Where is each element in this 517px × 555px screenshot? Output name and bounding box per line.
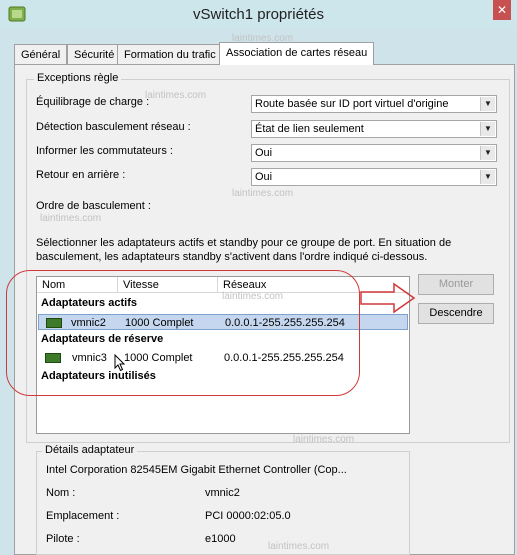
column-header-speed[interactable]: Vitesse <box>118 277 218 293</box>
annotation-arrow-icon <box>360 282 416 314</box>
watermark: laintimes.com <box>145 90 207 101</box>
detail-location-value: PCI 0000:02:05.0 <box>205 510 291 522</box>
failover-detection-label: Détection basculement réseau : <box>36 121 191 133</box>
network-card-icon <box>45 353 61 363</box>
detail-name-label: Nom : <box>46 487 76 499</box>
detail-name-value: vmnic2 <box>205 487 240 499</box>
failback-select[interactable]: Oui ▼ <box>251 168 497 186</box>
failback-label: Retour en arrière : <box>36 169 126 181</box>
tab-traffic-shaping[interactable]: Formation du trafic <box>117 44 223 64</box>
adapter-speed: 1000 Complet <box>124 352 193 364</box>
notify-switches-value: Oui <box>255 147 273 159</box>
detail-location-label: Emplacement : <box>46 510 120 522</box>
notify-switches-select[interactable]: Oui ▼ <box>251 144 497 162</box>
tab-general[interactable]: Général <box>14 44 68 64</box>
failback-value: Oui <box>255 171 273 183</box>
close-button[interactable]: ✕ <box>493 0 511 20</box>
chevron-down-icon[interactable]: ▼ <box>480 170 495 184</box>
network-card-icon <box>46 318 62 328</box>
failover-detection-select[interactable]: État de lien seulement ▼ <box>251 120 497 138</box>
adapter-details-legend: Détails adaptateur <box>42 444 138 456</box>
detail-driver-label: Pilote : <box>46 533 80 545</box>
failover-order-label: Ordre de basculement : <box>36 200 151 212</box>
failover-order-description: Sélectionner les adaptateurs actifs et s… <box>36 237 452 263</box>
adapter-name: vmnic3 <box>72 352 107 364</box>
title-bar: vSwitch1 propriétés ✕ <box>0 0 517 30</box>
chevron-down-icon[interactable]: ▼ <box>480 146 495 160</box>
detail-driver-value: e1000 <box>205 533 236 545</box>
adapter-description: Intel Corporation 82545EM Gigabit Ethern… <box>46 464 347 476</box>
group-active-adapters: Adaptateurs actifs <box>41 297 137 309</box>
chevron-down-icon[interactable]: ▼ <box>480 122 495 136</box>
group-standby-adapters: Adaptateurs de réserve <box>41 333 164 345</box>
watermark: laintimes.com <box>40 213 102 224</box>
adapter-networks: 0.0.0.1-255.255.255.254 <box>225 317 345 329</box>
tab-nic-teaming[interactable]: Association de cartes réseau <box>219 42 375 65</box>
adapter-name: vmnic2 <box>71 317 106 329</box>
group-unused-adapters: Adaptateurs inutilisés <box>41 370 156 382</box>
move-up-button[interactable]: Monter <box>418 274 494 295</box>
watermark: laintimes.com <box>232 188 294 199</box>
tab-security[interactable]: Sécurité <box>67 44 122 64</box>
watermark: laintimes.com <box>268 541 330 552</box>
adapter-networks: 0.0.0.1-255.255.255.254 <box>224 352 344 364</box>
exceptions-legend: Exceptions règle <box>34 72 122 84</box>
watermark: laintimes.com <box>222 291 284 302</box>
adapter-row-vmnic3[interactable]: vmnic3 1000 Complet 0.0.0.1-255.255.255.… <box>38 350 408 366</box>
chevron-down-icon[interactable]: ▼ <box>480 97 495 111</box>
column-header-name[interactable]: Nom <box>37 277 118 293</box>
window-title: vSwitch1 propriétés <box>193 6 324 23</box>
adapter-row-vmnic2[interactable]: vmnic2 1000 Complet 0.0.0.1-255.255.255.… <box>38 314 408 330</box>
notify-switches-label: Informer les commutateurs : <box>36 145 173 157</box>
load-balancing-select[interactable]: Route basée sur ID port virtuel d'origin… <box>251 95 497 113</box>
load-balancing-label: Équilibrage de charge : <box>36 96 150 108</box>
watermark: laintimes.com <box>293 434 355 445</box>
adapter-speed: 1000 Complet <box>125 317 194 329</box>
mouse-cursor-icon <box>114 354 126 372</box>
move-down-button[interactable]: Descendre <box>418 303 494 324</box>
load-balancing-value: Route basée sur ID port virtuel d'origin… <box>255 98 449 110</box>
failover-detection-value: État de lien seulement <box>255 123 364 135</box>
